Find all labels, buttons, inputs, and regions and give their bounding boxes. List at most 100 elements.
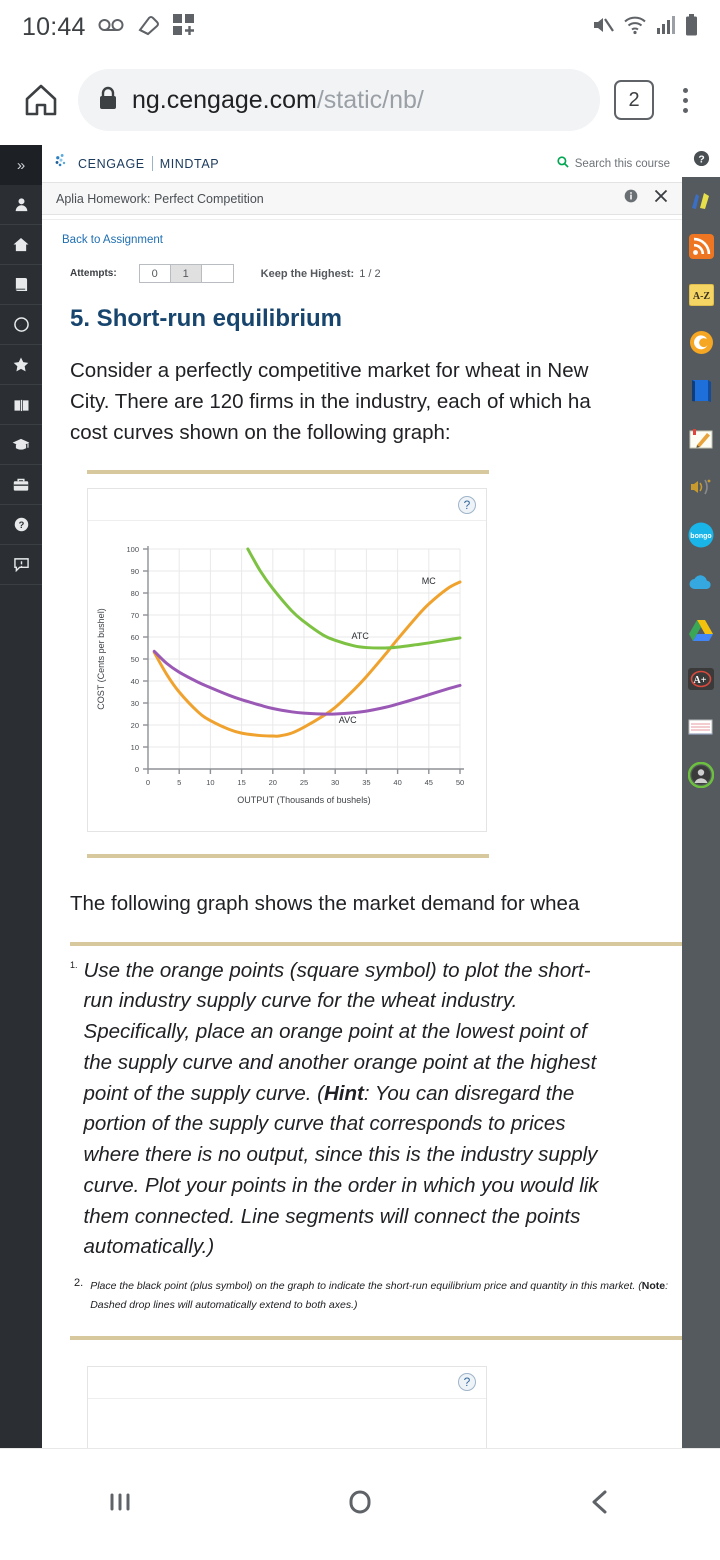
web-page-viewport: » ? CENGAGE MINDTAP Search this course A… [0,145,720,1448]
sidebar-item-feedback[interactable] [0,545,42,585]
lock-icon [98,86,118,115]
instruction-1-line-3: Specifically, place an orange point at t… [83,1020,587,1044]
feedback-icon [13,557,29,572]
help-icon[interactable]: ? [458,1373,476,1392]
attempt-box-2[interactable] [202,265,233,282]
spiral-swirl-icon [689,330,714,360]
eraser-icon [136,14,160,41]
answer-graph-panel[interactable]: ? [87,1365,487,1448]
wifi-icon [623,15,647,40]
instruction-1-line-2: run industry supply curve for the wheat … [83,989,518,1013]
search-icon [557,156,569,171]
back-button[interactable] [583,1485,617,1524]
tab-counter-button[interactable]: 2 [614,80,654,120]
battery-icon [685,14,698,41]
demand-paragraph: The following graph shows the market dem… [42,858,682,919]
attempt-box-0[interactable]: 0 [140,265,171,282]
sidebar-item-flashcards[interactable] [0,345,42,385]
app-cloud[interactable] [682,561,720,609]
svg-text:ATC: ATC [351,632,369,642]
info-icon[interactable] [624,189,638,208]
page-title: 5. Short-run equilibrium [70,305,343,332]
back-to-assignment-link[interactable]: Back to Assignment [42,220,163,246]
app-profile[interactable] [682,753,720,801]
app-rss[interactable] [682,225,720,273]
address-bar[interactable]: ng.cengage.com/static/nb/ [78,69,600,131]
svg-text:20: 20 [131,721,139,730]
app-bongo[interactable]: bongo [682,513,720,561]
sidebar-item-profile[interactable] [0,185,42,225]
app-flashcards[interactable] [682,705,720,753]
left-navigation-rail: » ? [0,145,42,1448]
app-read-aloud[interactable] [682,465,720,513]
notepad-pencil-icon [689,428,714,455]
close-icon[interactable] [654,189,668,208]
cost-curves-graph-panel: ? 0 10 20 30 40 50 60 70 80 90 100 0 5 10 15 20 25 30 35 40… [87,488,487,833]
status-bar-right-group [592,14,698,41]
attempt-box-1[interactable]: 1 [170,265,202,282]
app-grade[interactable]: A+ [682,657,720,705]
app-glossary[interactable]: A-Z [682,273,720,321]
browser-menu-button[interactable] [668,87,702,113]
search-course-button[interactable]: Search this course [557,156,670,171]
app-ebook[interactable] [682,369,720,417]
sidebar-item-progress[interactable] [0,305,42,345]
flashcards-icon [688,717,714,742]
cengage-brand[interactable]: CENGAGE MINDTAP [54,153,219,175]
cengage-header: CENGAGE MINDTAP Search this course [42,145,682,183]
app-highlighter[interactable] [682,177,720,225]
app-google-drive[interactable] [682,609,720,657]
android-status-bar: 10:44 [0,0,720,55]
signal-icon [656,15,676,40]
sidebar-item-courses[interactable] [0,425,42,465]
cloud-icon [688,574,715,597]
help-icon: ? [693,150,710,172]
book-icon [14,277,28,292]
help-icon: ? [14,517,29,532]
home-button[interactable] [343,1485,377,1524]
app-spiral[interactable] [682,321,720,369]
instruction-1-number: 1. [70,959,78,970]
svg-text:30: 30 [331,778,339,787]
sidebar-item-ebook[interactable] [0,265,42,305]
sidebar-item-career[interactable] [0,465,42,505]
rail-help-button[interactable]: ? [682,145,720,177]
open-book-icon [13,398,30,412]
recent-apps-button[interactable] [103,1485,137,1524]
instruction-item-1: 1. Use the orange points (square symbol)… [70,946,682,1264]
svg-text:30: 30 [131,699,139,708]
graph-panel-header: ? [88,489,486,522]
url-path: /static/nb/ [316,85,424,114]
grade-a-plus-icon: A+ [688,667,714,695]
instruction-1-line-10: automatically.) [83,1235,215,1259]
sidebar-item-help[interactable]: ? [0,505,42,545]
browser-toolbar: ng.cengage.com/static/nb/ 2 [0,55,720,145]
svg-text:0: 0 [135,765,139,774]
intro-line-3: cost curves shown on the following graph… [70,421,451,445]
home-icon[interactable] [18,77,64,123]
attempt-boxes: 0 1 [138,264,234,283]
app-notes[interactable] [682,417,720,465]
sidebar-item-home[interactable] [0,225,42,265]
graph-panel-body[interactable]: 0 10 20 30 40 50 60 70 80 90 100 0 5 10 15 20 25 30 35 40 45… [88,521,486,831]
help-icon[interactable]: ? [458,495,476,514]
instruction-2-text-a: Place the black point (plus symbol) on t… [90,1280,642,1293]
svg-text:MC: MC [422,577,436,587]
cost-curves-chart[interactable]: 0 10 20 30 40 50 60 70 80 90 100 0 5 10 15 20 25 30 35 40 45… [88,521,486,829]
svg-text:100: 100 [126,545,139,554]
mute-icon [592,15,614,40]
briefcase-icon [13,477,29,492]
instruction-1-line-7: where there is no output, since this is … [83,1143,598,1167]
svg-text:45: 45 [425,778,433,787]
svg-text:10: 10 [206,778,214,787]
sidebar-item-reader[interactable] [0,385,42,425]
instruction-1-text: Use the orange points (square symbol) to… [84,956,599,1264]
highlighter-pen-icon [688,186,714,217]
user-avatar-icon [687,761,715,793]
voicemail-icon [98,18,124,37]
blue-book-icon [690,378,712,408]
svg-text:0: 0 [146,778,150,787]
svg-text:40: 40 [131,677,139,686]
bongo-icon: bongo [688,522,714,553]
expand-rail-button[interactable]: » [0,145,42,185]
